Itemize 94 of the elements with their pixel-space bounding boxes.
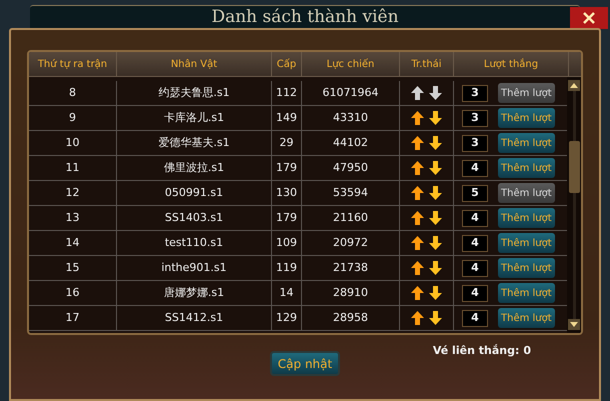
column-header: Cấp [272,52,302,76]
up-arrow-icon[interactable] [411,136,424,150]
table-cell-text: 29 [280,134,294,151]
wins-count: 5 [462,184,488,202]
table-cell-text: SS1403.s1 [164,210,224,226]
table-cell-text: 16 [66,284,80,301]
table-cell-text: 112 [276,84,297,101]
close-button[interactable] [570,7,608,29]
table-cell-text: 050991.s1 [164,184,224,201]
down-arrow-icon[interactable] [429,286,442,300]
add-turn-button[interactable]: Thêm lượt [498,308,555,328]
table-cell-text: 爱德华基夫.s1 [158,134,230,151]
table-cell-text: 21738 [333,260,368,276]
add-turn-button[interactable]: Thêm lượt [498,208,555,228]
table-cell-text: 179 [276,160,297,176]
add-turn-button[interactable]: Thêm lượt [498,258,555,278]
wins-count: 4 [462,160,488,176]
up-arrow-icon[interactable] [411,211,424,225]
up-arrow-icon[interactable] [411,236,424,250]
column-header: Lực chiến [302,52,400,76]
table-cell-text: 10 [66,134,80,151]
down-arrow-icon[interactable] [429,161,442,175]
table-cell-text: 佛里波拉.s1 [164,160,224,176]
down-arrow-icon[interactable] [429,211,442,225]
table-cell-text: 179 [276,210,297,226]
table-cell-text: 28958 [333,310,368,326]
wins-count: 3 [462,110,488,126]
table-cell-text: 53594 [333,184,368,201]
close-icon [582,11,596,25]
up-arrow-icon[interactable] [411,311,424,325]
update-button[interactable]: Cập nhật [270,351,340,376]
wins-count: 3 [462,134,488,152]
table-cell-text: 唐娜梦娜.s1 [164,284,224,301]
down-arrow-icon[interactable] [429,86,442,100]
table-cell-text: 47950 [333,160,368,176]
table-cell-text: 约瑟夫鲁思.s1 [158,84,230,101]
add-turn-button[interactable]: Thêm lượt [498,158,555,178]
down-arrow-icon[interactable] [429,311,442,325]
table-cell-text: 119 [276,260,297,276]
streak-value: 0 [523,343,531,359]
table-cell-text: 11 [66,160,80,176]
scroll-thumb[interactable] [568,141,580,193]
up-arrow-icon[interactable] [411,261,424,275]
streak-label: Vé liên thắng: [432,343,520,359]
table-cell-text: 109 [276,234,297,251]
table-cell-text: inthe901.s1 [161,260,227,276]
table-cell-text: 149 [276,110,297,126]
table-cell-text: 14 [280,284,294,301]
table-cell-text: 12 [66,184,80,201]
down-arrow-icon[interactable] [429,261,442,275]
column-header: Tr.thái [400,52,454,76]
table-cell-text: 13 [66,210,80,226]
table-cell-text: 21160 [333,210,368,226]
table-cell-text: 15 [66,260,80,276]
table-cell-text: 卡库洛儿.s1 [164,110,224,126]
table-cell-text: 43310 [333,110,368,126]
table-cell-text: 28910 [333,284,368,301]
table-cell-text: 14 [66,234,80,251]
table-cell-text: 17 [66,310,80,326]
add-turn-button[interactable]: Thêm lượt [498,283,555,303]
table-cell-text: 129 [276,310,297,326]
up-arrow-icon[interactable] [411,186,424,200]
wins-count: 4 [462,284,488,302]
table-cell-text: 61071964 [322,84,378,101]
down-arrow-icon[interactable] [429,111,442,125]
table-cell-text: 130 [276,184,297,201]
table-cell-text: test110.s1 [164,234,224,251]
up-arrow-icon[interactable] [411,86,424,100]
wins-count: 4 [462,260,488,276]
wins-count: 4 [462,234,488,252]
column-header: Thứ tự ra trận [29,52,117,76]
add-turn-button[interactable]: Thêm lượt [498,233,555,253]
scrollbar[interactable] [567,77,581,333]
table-cell-text: 20972 [333,234,368,251]
scroll-down-icon[interactable] [568,319,580,330]
add-turn-button[interactable]: Thêm lượt [498,133,555,153]
add-turn-button[interactable]: Thêm lượt [498,108,555,128]
down-arrow-icon[interactable] [429,236,442,250]
table-cell-text: 9 [69,110,76,126]
window-title: Danh sách thành viên [211,6,399,29]
table-cell-text: SS1412.s1 [164,310,224,326]
wins-count: 4 [462,210,488,226]
table-cell-text: 8 [69,84,76,101]
column-header: Lượt thắng [454,52,569,76]
down-arrow-icon[interactable] [429,136,442,150]
up-arrow-icon[interactable] [411,111,424,125]
wins-count: 4 [462,310,488,326]
up-arrow-icon[interactable] [411,286,424,300]
column-header: Nhân Vật [117,52,272,76]
wins-count: 3 [462,84,488,102]
up-arrow-icon[interactable] [411,161,424,175]
down-arrow-icon[interactable] [429,186,442,200]
table-cell-text: 44102 [333,134,368,151]
scroll-up-icon[interactable] [568,80,580,91]
